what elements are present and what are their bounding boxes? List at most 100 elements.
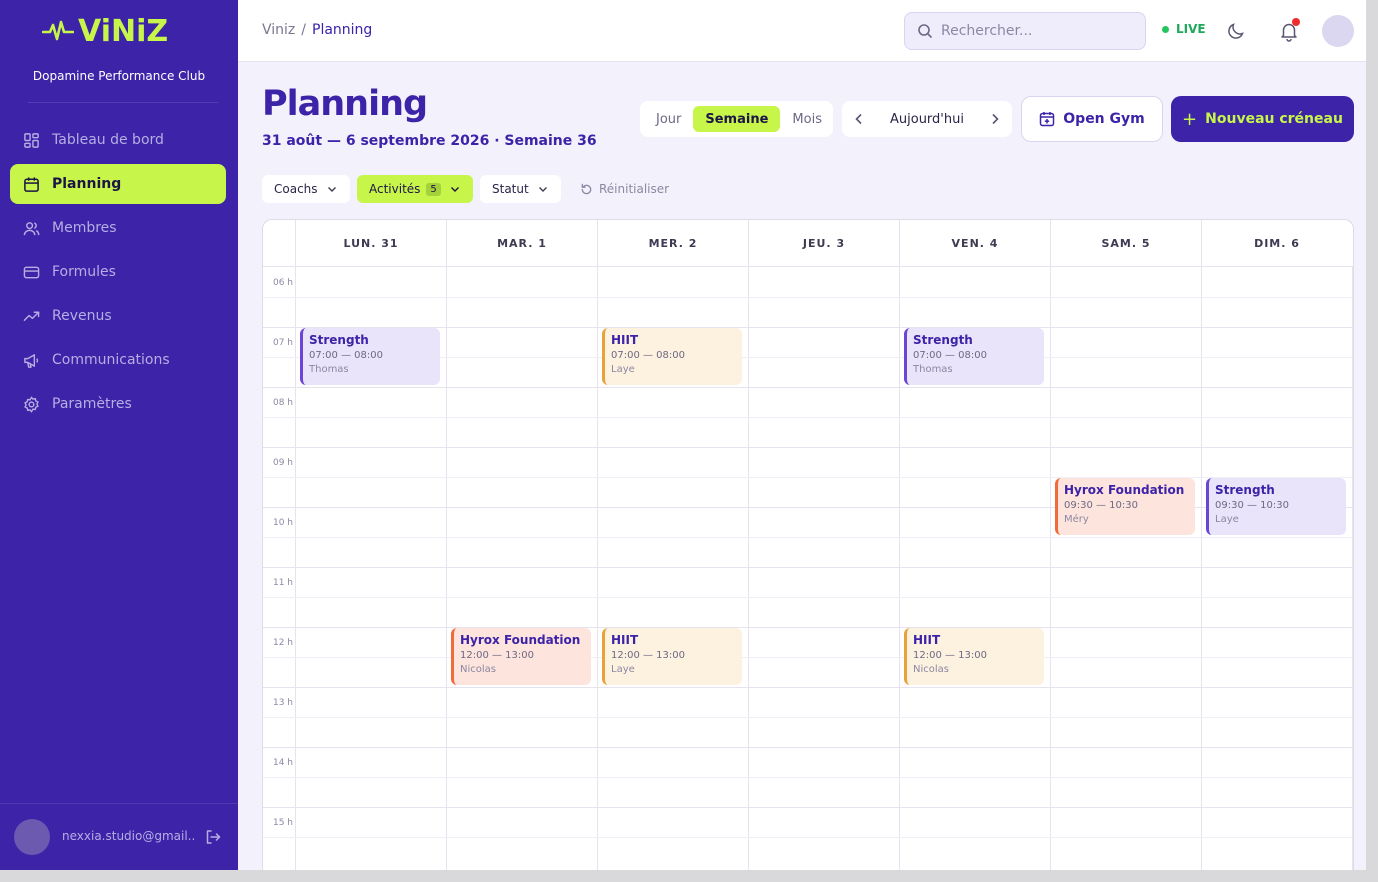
chevron-down-icon — [538, 187, 547, 192]
sidebar-item-dashboard[interactable]: Tableau de bord — [10, 120, 226, 160]
sidebar-item-label: Tableau de bord — [52, 132, 164, 148]
hour-label: 07 h — [272, 338, 293, 348]
event-coach: Laye — [611, 664, 635, 675]
reset-icon — [581, 183, 592, 194]
event-time: 12:00 — 13:00 — [913, 650, 987, 661]
event-title: Strength — [913, 333, 973, 347]
account-avatar[interactable] — [1322, 15, 1354, 47]
hour-line — [263, 387, 1353, 388]
event-time: 07:00 — 08:00 — [913, 350, 987, 361]
card-icon — [22, 263, 40, 281]
day-header[interactable]: LUN. 31 — [295, 220, 446, 267]
next-week-button[interactable] — [978, 101, 1012, 137]
new-slot-button[interactable]: + Nouveau créneau — [1171, 96, 1354, 142]
event-coach: Thomas — [309, 364, 349, 375]
sidebar-nav: Tableau de bord Planning Membres Formule… — [10, 120, 226, 428]
day-header[interactable]: SAM. 5 — [1050, 220, 1201, 267]
event-time: 09:30 — 10:30 — [1215, 500, 1289, 511]
search-box[interactable] — [904, 12, 1146, 50]
trending-up-icon — [22, 307, 40, 325]
event-coach: Méry — [1064, 514, 1089, 525]
filter-activities[interactable]: Activités 5 — [357, 175, 473, 203]
sidebar-item-label: Paramètres — [52, 396, 132, 412]
megaphone-icon — [22, 351, 40, 369]
day-header[interactable]: VEN. 4 — [899, 220, 1050, 267]
users-icon — [22, 219, 40, 237]
day-header[interactable]: MER. 2 — [597, 220, 748, 267]
view-month-button[interactable]: Mois — [780, 106, 834, 132]
half-hour-line — [263, 777, 1353, 778]
search-input[interactable] — [941, 23, 1131, 39]
live-dot — [1162, 25, 1169, 33]
sidebar-item-planning[interactable]: Planning — [10, 164, 226, 204]
chevron-left-icon — [855, 113, 862, 125]
calendar-plus-icon — [1040, 112, 1055, 127]
gutter-divider — [295, 220, 296, 267]
settings-icon — [22, 395, 40, 413]
sidebar-item-label: Formules — [52, 264, 116, 280]
topbar: Viniz / Planning LIVE — [238, 0, 1366, 62]
hour-line — [263, 807, 1353, 808]
today-button[interactable]: Aujourd'hui — [876, 112, 978, 127]
sidebar-item-settings[interactable]: Paramètres — [10, 384, 226, 424]
sidebar-item-label: Membres — [52, 220, 117, 236]
search-icon — [918, 24, 933, 39]
logout-icon[interactable] — [204, 828, 222, 846]
hour-label: 12 h — [272, 638, 293, 648]
sidebar-footer-divider — [0, 803, 238, 804]
sidebar: ViNiZ Dopamine Performance Club Tableau … — [0, 0, 238, 870]
open-gym-button[interactable]: Open Gym — [1021, 96, 1163, 142]
user-avatar[interactable] — [14, 819, 50, 855]
week-calendar: LUN. 31 MAR. 1 MER. 2 JEU. 3 VEN. 4 SAM. 5 DIM… — [262, 219, 1354, 870]
event-card[interactable]: HIIT 12:00 — 13:00 Laye — [602, 628, 742, 685]
view-week-button[interactable]: Semaine — [693, 106, 781, 132]
sidebar-item-members[interactable]: Membres — [10, 208, 226, 248]
prev-week-button[interactable] — [842, 101, 876, 137]
hour-line — [263, 567, 1353, 568]
club-name: Dopamine Performance Club — [32, 69, 206, 83]
hour-label: 15 h — [272, 818, 293, 828]
filter-status-label: Statut — [492, 182, 529, 196]
half-hour-line — [263, 837, 1353, 838]
hour-label: 14 h — [272, 758, 293, 768]
event-card[interactable]: Strength 09:30 — 10:30 Laye — [1206, 478, 1346, 535]
view-day-button[interactable]: Jour — [644, 106, 693, 132]
sidebar-item-plans[interactable]: Formules — [10, 252, 226, 292]
date-navigator: Aujourd'hui — [842, 101, 1012, 137]
event-card[interactable]: HIIT 12:00 — 13:00 Nicolas — [904, 628, 1044, 685]
event-title: HIIT — [611, 633, 639, 647]
event-coach: Laye — [1215, 514, 1239, 525]
live-label: LIVE — [1176, 22, 1206, 36]
hour-line — [263, 687, 1353, 688]
calendar-header: LUN. 31 MAR. 1 MER. 2 JEU. 3 VEN. 4 SAM. 5 DIM… — [263, 220, 1353, 267]
hour-label: 13 h — [272, 698, 293, 708]
day-header[interactable]: JEU. 3 — [748, 220, 899, 267]
reset-filters-button[interactable]: Réinitialiser — [580, 182, 669, 196]
event-coach: Nicolas — [913, 664, 949, 675]
day-header[interactable]: DIM. 6 — [1201, 220, 1352, 267]
brand-logo[interactable]: ViNiZ — [42, 14, 168, 49]
sidebar-item-communications[interactable]: Communications — [10, 340, 226, 380]
event-card[interactable]: Hyrox Foundation 09:30 — 10:30 Méry — [1055, 478, 1195, 535]
filter-status[interactable]: Statut — [480, 175, 561, 203]
open-gym-label: Open Gym — [1063, 111, 1145, 127]
filter-coaches-label: Coachs — [274, 182, 318, 196]
filter-coaches[interactable]: Coachs — [262, 175, 350, 203]
hour-line — [263, 627, 1353, 628]
sidebar-item-label: Planning — [52, 176, 122, 192]
event-card[interactable]: HIIT 07:00 — 08:00 Laye — [602, 328, 742, 385]
breadcrumb-root[interactable]: Viniz — [262, 22, 295, 38]
page-title: Planning — [262, 84, 428, 124]
day-header[interactable]: MAR. 1 — [446, 220, 597, 267]
plus-icon: + — [1182, 108, 1198, 130]
hour-label: 10 h — [272, 518, 293, 528]
dashboard-icon — [22, 131, 40, 149]
event-card[interactable]: Hyrox Foundation 12:00 — 13:00 Nicolas — [451, 628, 591, 685]
sidebar-item-revenue[interactable]: Revenus — [10, 296, 226, 336]
moon-icon[interactable] — [1226, 21, 1246, 41]
event-time: 07:00 — 08:00 — [309, 350, 383, 361]
hour-label: 11 h — [272, 578, 293, 588]
event-card[interactable]: Strength 07:00 — 08:00 Thomas — [904, 328, 1044, 385]
hour-line — [263, 747, 1353, 748]
event-card[interactable]: Strength 07:00 — 08:00 Thomas — [300, 328, 440, 385]
